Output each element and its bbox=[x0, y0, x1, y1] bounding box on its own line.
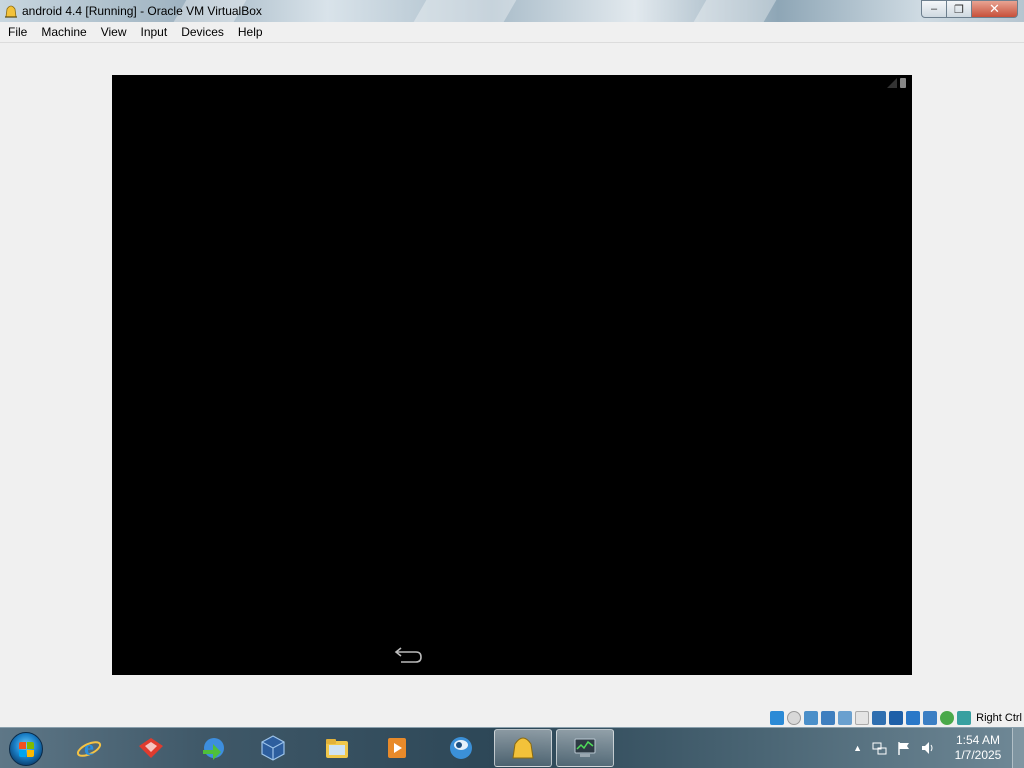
tray-expand-icon[interactable]: ▲ bbox=[853, 743, 862, 753]
download-manager-icon bbox=[203, 738, 224, 760]
windows-logo-icon bbox=[9, 732, 43, 766]
maximize-button[interactable]: ❐ bbox=[947, 0, 972, 18]
file-explorer-icon bbox=[326, 739, 348, 758]
usb-icon[interactable] bbox=[804, 711, 819, 725]
system-tray: ▲ 1:54 AM 1/7/2025 bbox=[853, 728, 1024, 768]
virtualbox-window-icon[interactable] bbox=[3, 3, 19, 19]
android-status-icons bbox=[887, 78, 906, 88]
vm-display[interactable] bbox=[112, 75, 912, 675]
media-player-icon bbox=[388, 738, 406, 758]
taskbar-app-download-manager[interactable] bbox=[184, 729, 242, 767]
vbox-status-bar: Right Ctrl bbox=[770, 709, 1024, 727]
back-arrow-icon[interactable] bbox=[392, 646, 424, 666]
taskbar-app-file-explorer[interactable] bbox=[308, 729, 366, 767]
globe-app-icon bbox=[450, 737, 472, 759]
snapshot-icon[interactable] bbox=[889, 711, 904, 725]
volume-icon[interactable] bbox=[920, 740, 936, 756]
menu-help[interactable]: Help bbox=[231, 22, 270, 43]
mouse-integration-icon[interactable] bbox=[906, 711, 921, 725]
cpu-icon[interactable] bbox=[957, 711, 972, 725]
clock[interactable]: 1:54 AM 1/7/2025 bbox=[950, 733, 1006, 763]
virtualbox-vm-icon bbox=[512, 737, 534, 759]
taskbar-app-virtualbox-vm[interactable] bbox=[494, 729, 552, 767]
hard-disk-icon[interactable] bbox=[770, 711, 785, 725]
display-icon[interactable] bbox=[855, 711, 870, 725]
start-button[interactable] bbox=[4, 730, 48, 768]
taskbar-app-internet-explorer[interactable]: e bbox=[60, 729, 118, 767]
battery-icon bbox=[900, 78, 906, 88]
network-monitor-icon bbox=[574, 738, 596, 757]
menu-input[interactable]: Input bbox=[134, 22, 175, 43]
keyboard-icon[interactable] bbox=[923, 711, 938, 725]
menu-devices[interactable]: Devices bbox=[174, 22, 231, 43]
clock-date: 1/7/2025 bbox=[954, 748, 1002, 762]
host-key-label[interactable]: Right Ctrl bbox=[976, 712, 1022, 724]
action-center-flag-icon[interactable] bbox=[896, 740, 912, 756]
window-controls: – ❐ ✕ bbox=[921, 0, 1018, 19]
taskbar-app-lasso[interactable] bbox=[122, 729, 180, 767]
close-button[interactable]: ✕ bbox=[972, 0, 1018, 18]
optical-drive-icon[interactable] bbox=[787, 711, 802, 725]
menu-bar: File Machine View Input Devices Help bbox=[0, 22, 1024, 43]
menu-view[interactable]: View bbox=[94, 22, 134, 43]
menu-file[interactable]: File bbox=[1, 22, 34, 43]
window-titlebar[interactable]: android 4.4 [Running] - Oracle VM Virtua… bbox=[0, 0, 1024, 22]
network-tray-icon[interactable] bbox=[872, 740, 888, 756]
taskbar-app-globe[interactable] bbox=[432, 729, 490, 767]
lasso-app-icon bbox=[139, 738, 163, 758]
internet-explorer-icon: e bbox=[76, 735, 102, 760]
virtualbox-icon bbox=[261, 735, 285, 761]
window-title: android 4.4 [Running] - Oracle VM Virtua… bbox=[22, 4, 262, 18]
minimize-button[interactable]: – bbox=[921, 0, 947, 18]
minimize-icon: – bbox=[930, 3, 938, 15]
titlebar-glass bbox=[693, 0, 777, 22]
clock-time: 1:54 AM bbox=[955, 733, 1001, 747]
shared-folders-icon[interactable] bbox=[838, 711, 853, 725]
menu-machine[interactable]: Machine bbox=[34, 22, 93, 43]
signal-icon bbox=[887, 78, 897, 88]
virtualization-icon[interactable] bbox=[940, 711, 955, 725]
taskbar: e ▲ 1:54 AM 1/7/2025 bbox=[0, 727, 1024, 768]
show-desktop-button[interactable] bbox=[1012, 728, 1024, 768]
network-icon[interactable] bbox=[821, 711, 836, 725]
taskbar-app-media-player[interactable] bbox=[368, 729, 426, 767]
titlebar-glass bbox=[413, 0, 517, 22]
svg-text:e: e bbox=[84, 735, 94, 760]
close-icon: ✕ bbox=[989, 1, 1000, 16]
taskbar-app-network-monitor[interactable] bbox=[556, 729, 614, 767]
video-capture-icon[interactable] bbox=[872, 711, 887, 725]
restore-icon: ❐ bbox=[954, 3, 964, 16]
taskbar-app-virtualbox[interactable] bbox=[244, 729, 302, 767]
